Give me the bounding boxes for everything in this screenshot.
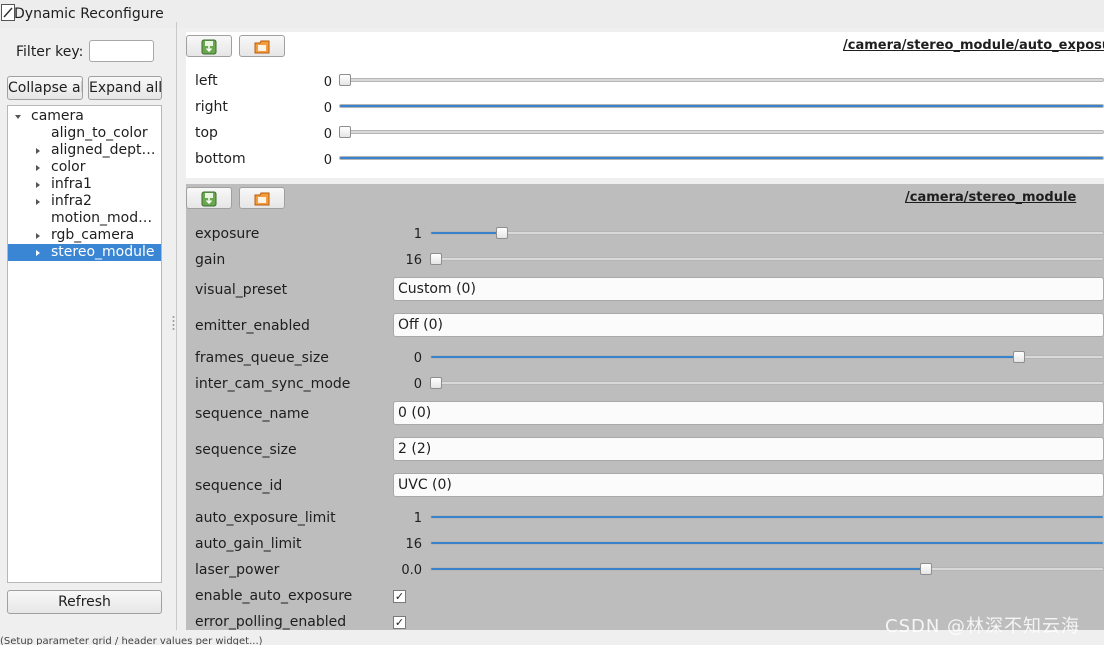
tree-item-infra2[interactable]: infra2	[8, 193, 161, 210]
expand-all-button[interactable]: Expand all	[88, 76, 162, 100]
auto-exposure-roi-panel: /camera/stereo_module/auto_exposure_ lef…	[186, 32, 1104, 178]
frames-queue-size-slider[interactable]	[430, 355, 1104, 359]
laser-power-label: laser_power	[195, 562, 280, 578]
param-top-slider[interactable]	[339, 130, 1104, 134]
collapse-arrow-icon[interactable]	[36, 148, 40, 154]
title-bar: Dynamic Reconfigure	[0, 0, 1104, 28]
error-polling-enabled-label: error_polling_enabled	[195, 614, 347, 630]
folder-icon	[254, 192, 270, 206]
save-icon	[201, 39, 217, 55]
splitter[interactable]	[176, 22, 177, 630]
collapse-arrow-icon[interactable]	[36, 182, 40, 188]
param-bottom-value: 0	[323, 153, 332, 168]
emitter-enabled-label: emitter_enabled	[195, 318, 310, 334]
load-params-button[interactable]	[239, 187, 285, 209]
visual-preset-select[interactable]: Custom (0)	[393, 277, 1104, 301]
exposure-slider-thumb[interactable]	[496, 227, 509, 239]
save-params-button[interactable]	[186, 187, 232, 209]
visual-preset-label: visual_preset	[195, 282, 288, 298]
inter-cam-sync-mode-slider-thumb[interactable]	[430, 377, 442, 389]
error-polling-enabled-checkbox[interactable]: ✓	[393, 616, 406, 629]
auto-exposure-limit-slider[interactable]	[430, 515, 1104, 519]
frames-queue-size-label: frames_queue_size	[195, 350, 329, 366]
param-top-slider-thumb[interactable]	[339, 126, 351, 138]
param-right-slider[interactable]	[339, 104, 1104, 108]
node-tree[interactable]: camera align_to_color aligned_dept… colo…	[7, 105, 162, 583]
collapse-all-button[interactable]: Collapse all	[7, 76, 83, 100]
collapse-arrow-icon[interactable]	[36, 233, 40, 239]
param-top-label: top	[195, 125, 218, 141]
stereo-module-panel: /camera/stereo_module exposure 1 gain 16…	[186, 184, 1104, 630]
exposure-slider[interactable]	[430, 231, 1104, 235]
collapse-arrow-icon[interactable]	[36, 250, 40, 256]
filter-key-label: Filter key:	[16, 44, 84, 60]
tree-item-color[interactable]: color	[8, 159, 161, 176]
tree-item-motion-module[interactable]: motion_mod…	[8, 210, 161, 227]
param-left-slider[interactable]	[339, 78, 1104, 82]
auto-gain-limit-label: auto_gain_limit	[195, 536, 302, 552]
auto-exposure-limit-value: 1	[413, 511, 422, 526]
enable-auto-exposure-checkbox[interactable]: ✓	[393, 590, 406, 603]
expand-arrow-icon[interactable]	[15, 115, 21, 119]
auto-gain-limit-value: 16	[405, 537, 422, 552]
sequence-size-label: sequence_size	[195, 442, 297, 458]
save-icon	[201, 191, 217, 207]
gain-slider-thumb[interactable]	[430, 253, 442, 265]
sequence-id-label: sequence_id	[195, 478, 283, 494]
refresh-button[interactable]: Refresh	[7, 590, 162, 614]
tree-item-align-to-color[interactable]: align_to_color	[8, 125, 161, 142]
folder-icon	[254, 40, 270, 54]
collapse-arrow-icon[interactable]	[36, 199, 40, 205]
watermark: CSDN @林深不知云海	[885, 616, 1081, 637]
tree-item-rgb-camera[interactable]: rgb_camera	[8, 227, 161, 244]
tree-item-stereo-module[interactable]: stereo_module	[8, 244, 161, 261]
gain-label: gain	[195, 252, 226, 268]
inter-cam-sync-mode-label: inter_cam_sync_mode	[195, 376, 351, 392]
param-right-value: 0	[323, 101, 332, 116]
laser-power-value: 0.0	[401, 563, 422, 578]
gain-value: 16	[405, 253, 422, 268]
param-right-label: right	[195, 99, 228, 115]
param-bottom-label: bottom	[195, 151, 246, 167]
param-bottom-slider[interactable]	[339, 156, 1104, 160]
tree-item-aligned-depth[interactable]: aligned_dept…	[8, 142, 161, 159]
save-params-button[interactable]	[186, 35, 232, 57]
inter-cam-sync-mode-value: 0	[413, 377, 422, 392]
auto-exposure-limit-label: auto_exposure_limit	[195, 510, 336, 526]
enable-auto-exposure-label: enable_auto_exposure	[195, 588, 353, 604]
auto-gain-limit-slider[interactable]	[430, 541, 1104, 545]
window-title: Dynamic Reconfigure	[14, 6, 164, 22]
laser-power-slider[interactable]	[430, 567, 1104, 571]
splitter-handle-icon[interactable]	[172, 315, 175, 331]
frames-queue-size-value: 0	[413, 351, 422, 366]
sequence-id-select[interactable]: UVC (0)	[393, 473, 1104, 497]
tree-item-infra1[interactable]: infra1	[8, 176, 161, 193]
panel-path-title: /camera/stereo_module	[905, 190, 1077, 205]
collapse-arrow-icon[interactable]	[36, 165, 40, 171]
sequence-size-select[interactable]: 2 (2)	[393, 437, 1104, 461]
param-top-value: 0	[323, 127, 332, 142]
window-icon	[1, 4, 15, 21]
param-left-label: left	[195, 73, 218, 89]
load-params-button[interactable]	[239, 35, 285, 57]
sequence-name-label: sequence_name	[195, 406, 310, 422]
filter-key-input[interactable]	[89, 40, 154, 62]
tree-item-camera[interactable]: camera	[8, 108, 161, 125]
laser-power-slider-thumb[interactable]	[919, 563, 932, 575]
exposure-label: exposure	[195, 226, 260, 242]
param-left-value: 0	[323, 75, 332, 90]
emitter-enabled-select[interactable]: Off (0)	[393, 313, 1104, 337]
param-left-slider-thumb[interactable]	[339, 74, 351, 86]
gain-slider[interactable]	[430, 257, 1104, 261]
inter-cam-sync-mode-slider[interactable]	[430, 381, 1104, 385]
sequence-name-select[interactable]: 0 (0)	[393, 401, 1104, 425]
panel-path-title: /camera/stereo_module/auto_exposure_	[843, 38, 1104, 53]
frames-queue-size-slider-thumb[interactable]	[1012, 351, 1025, 363]
exposure-value: 1	[413, 227, 422, 242]
